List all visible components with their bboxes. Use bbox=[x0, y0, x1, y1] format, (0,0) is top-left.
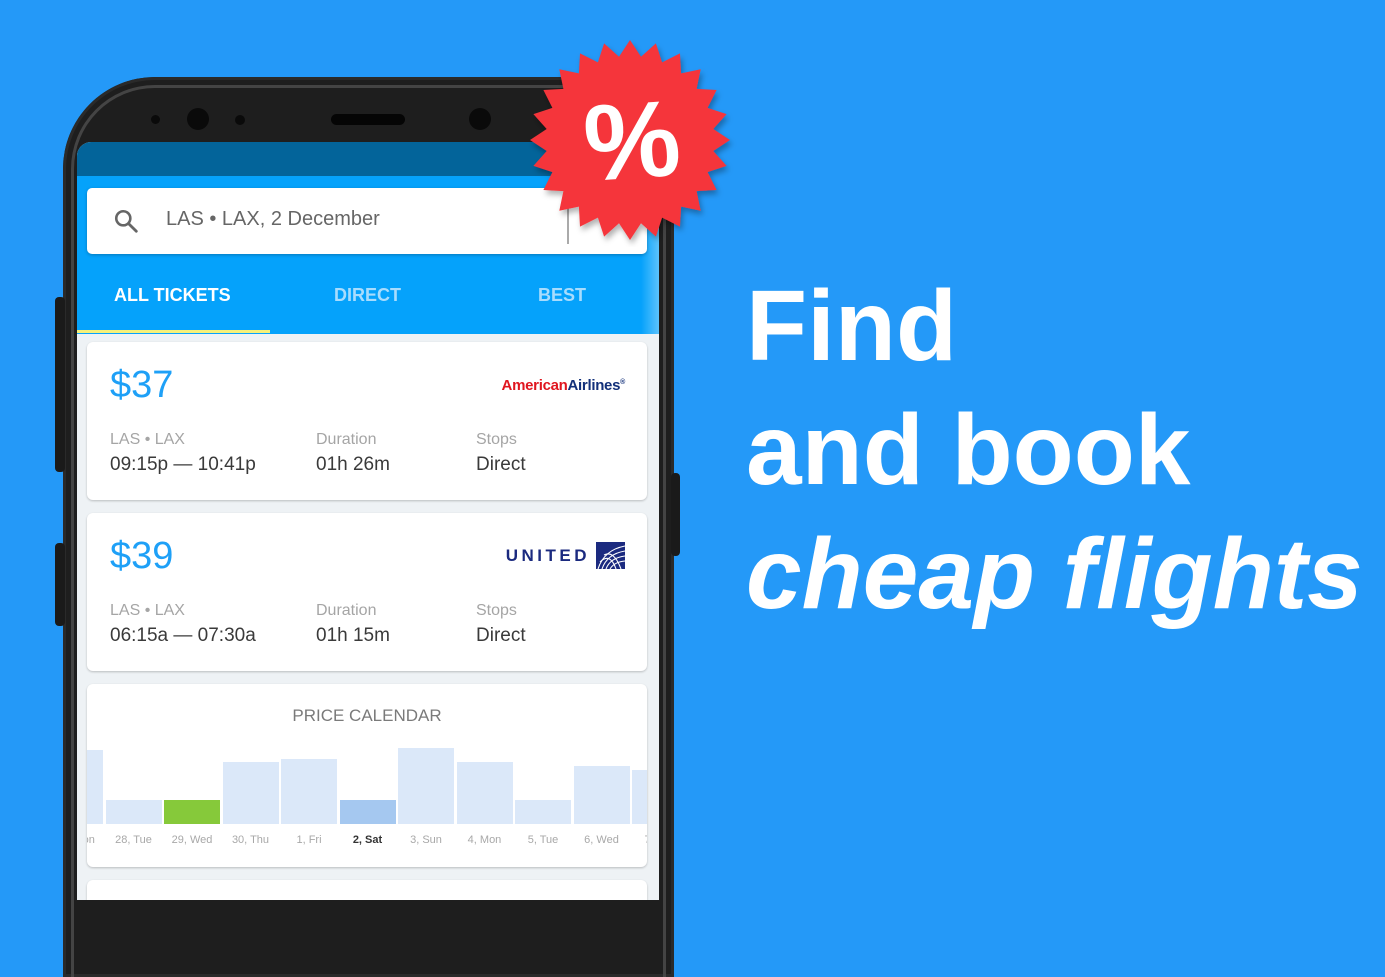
price-bar-7-thu[interactable] bbox=[632, 770, 647, 824]
headline-line-3: cheap flights bbox=[746, 518, 1363, 630]
price-bar-6-wed[interactable] bbox=[573, 766, 630, 824]
sensor-dot bbox=[235, 115, 245, 125]
logo-text: UNITED bbox=[505, 545, 590, 565]
duration-label: Duration bbox=[316, 431, 377, 448]
price-calendar-day-label: 3, Sun bbox=[410, 834, 442, 846]
stops-label: Stops bbox=[476, 431, 517, 448]
tab-direct[interactable]: DIRECT bbox=[334, 285, 401, 306]
united-globe-icon bbox=[596, 542, 625, 569]
flight-times: 09:15p — 10:41p bbox=[110, 454, 256, 475]
ticket-price: $37 bbox=[110, 364, 174, 406]
sensor-camera bbox=[469, 108, 491, 130]
price-calendar-day-label: 27, Mon bbox=[87, 834, 95, 846]
route-label: LAS • LAX bbox=[110, 602, 185, 619]
search-icon bbox=[114, 209, 138, 233]
power-button bbox=[671, 473, 680, 556]
price-calendar-day-label: 7, Thu bbox=[631, 834, 648, 846]
active-tab-indicator bbox=[77, 330, 270, 333]
duration-value: 01h 26m bbox=[316, 454, 390, 475]
price-calendar-day-label: 5, Tue bbox=[527, 834, 559, 846]
price-calendar-day-label: 6, Wed bbox=[584, 834, 619, 846]
stops-value: Direct bbox=[476, 454, 526, 475]
price-calendar-day-label: 2, Sat bbox=[352, 834, 383, 846]
price-bar-1-fri[interactable] bbox=[281, 759, 337, 824]
price-calendar-day-label: 1, Fri bbox=[296, 834, 322, 846]
duration-value: 01h 15m bbox=[316, 625, 390, 646]
price-calendar-labels: 27, Mon 28, Tue 29, Wed 30, Thu 1, Fri 2, Sat… bbox=[87, 834, 647, 850]
ticket-card[interactable]: $39 UNITED LAS • LAX 06:15a — 07:30a Dur… bbox=[87, 513, 647, 671]
stops-column: Stops Direct bbox=[476, 431, 526, 476]
route-column: LAS • LAX 06:15a — 07:30a bbox=[110, 602, 256, 647]
price-bar-28-tue[interactable] bbox=[105, 800, 162, 824]
stops-column: Stops Direct bbox=[476, 602, 526, 647]
price-bar-4-mon[interactable] bbox=[456, 762, 513, 824]
duration-column: Duration 01h 15m bbox=[316, 602, 390, 647]
flight-times: 06:15a — 07:30a bbox=[110, 625, 256, 646]
united-logo: UNITED bbox=[506, 542, 625, 569]
route-column: LAS • LAX 09:15p — 10:41p bbox=[110, 431, 256, 476]
route-label: LAS • LAX bbox=[110, 431, 185, 448]
duration-label: Duration bbox=[316, 602, 377, 619]
duration-column: Duration 01h 26m bbox=[316, 431, 390, 476]
discount-badge-icon: % bbox=[530, 40, 730, 240]
app-screen: LAS • LAX, 2 December ALL TICKETS DIRECT… bbox=[77, 142, 659, 900]
ticket-price: $39 bbox=[110, 535, 174, 577]
price-bar-3-sun[interactable] bbox=[398, 748, 454, 824]
tab-best[interactable]: BEST bbox=[538, 285, 586, 306]
front-camera-icon bbox=[187, 108, 209, 130]
price-calendar-day-label: 4, Mon bbox=[467, 834, 502, 846]
volume-button bbox=[55, 297, 65, 472]
price-calendar-title: PRICE CALENDAR bbox=[292, 706, 442, 725]
logo-text: Airlines bbox=[567, 377, 621, 394]
earpiece-speaker bbox=[331, 114, 405, 125]
price-bar-2-sat[interactable] bbox=[339, 800, 396, 824]
stops-value: Direct bbox=[476, 625, 526, 646]
price-calendar-chart bbox=[87, 744, 647, 824]
tab-all-tickets[interactable]: ALL TICKETS bbox=[114, 285, 231, 306]
search-query: LAS • LAX, 2 December bbox=[166, 208, 380, 230]
ticket-card[interactable]: $37 AmericanAirlines® LAS • LAX 09:15p —… bbox=[87, 342, 647, 500]
price-calendar-day-label: 29, Wed bbox=[171, 834, 213, 846]
headline-line-1: Find bbox=[746, 270, 958, 382]
price-bar-29-wed[interactable] bbox=[164, 800, 220, 824]
ticket-card-partial[interactable] bbox=[87, 880, 647, 900]
price-calendar-day-label: 28, Tue bbox=[115, 834, 152, 846]
american-airlines-logo: AmericanAirlines® bbox=[501, 377, 626, 394]
price-calendar-card: PRICE CALENDAR 27, Mon 28, Tue 29, Wed 30, … bbox=[87, 684, 647, 867]
price-bar-5-tue[interactable] bbox=[515, 800, 571, 824]
sensor-dot bbox=[151, 115, 160, 124]
price-bar-30-thu[interactable] bbox=[222, 762, 279, 824]
percent-symbol: % bbox=[580, 77, 684, 204]
price-calendar-day-label: 30, Thu bbox=[231, 834, 270, 846]
headline-line-2: and book bbox=[746, 394, 1191, 506]
logo-text: American bbox=[501, 377, 568, 394]
ticket-tabs: ALL TICKETS DIRECT BEST bbox=[77, 265, 659, 334]
price-bar-27-mon[interactable] bbox=[87, 750, 103, 824]
stops-label: Stops bbox=[476, 602, 517, 619]
bixby-button bbox=[55, 543, 65, 626]
